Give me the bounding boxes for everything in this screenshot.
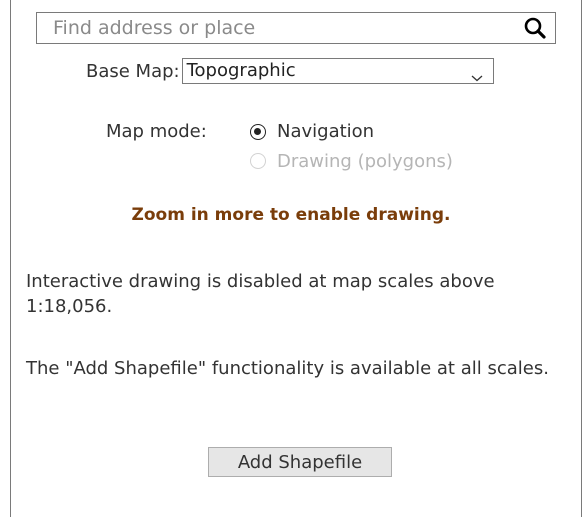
basemap-selected-value: Topographic: [186, 60, 296, 81]
drawing-disabled-note: Interactive drawing is disabled at map s…: [26, 271, 495, 317]
add-shapefile-button[interactable]: Add Shapefile: [208, 447, 392, 477]
chevron-down-icon: [471, 66, 483, 90]
shapefile-info-note: The "Add Shapefile" functionality is ava…: [26, 358, 549, 379]
zoom-warning: Zoom in more to enable drawing.: [131, 205, 451, 225]
navigation-radio-label[interactable]: Navigation: [277, 121, 374, 142]
search-box: [36, 12, 556, 44]
navigation-radio[interactable]: [250, 124, 266, 140]
basemap-select[interactable]: Topographic: [181, 58, 494, 84]
search-icon[interactable]: [523, 16, 549, 40]
drawing-radio-label: Drawing (polygons): [277, 151, 453, 172]
map-mode-label: Map mode:: [106, 121, 207, 142]
drawing-radio: [250, 153, 266, 169]
basemap-row: Base Map: Topographic: [86, 57, 494, 85]
basemap-label: Base Map:: [86, 60, 180, 82]
search-input[interactable]: [37, 13, 507, 43]
